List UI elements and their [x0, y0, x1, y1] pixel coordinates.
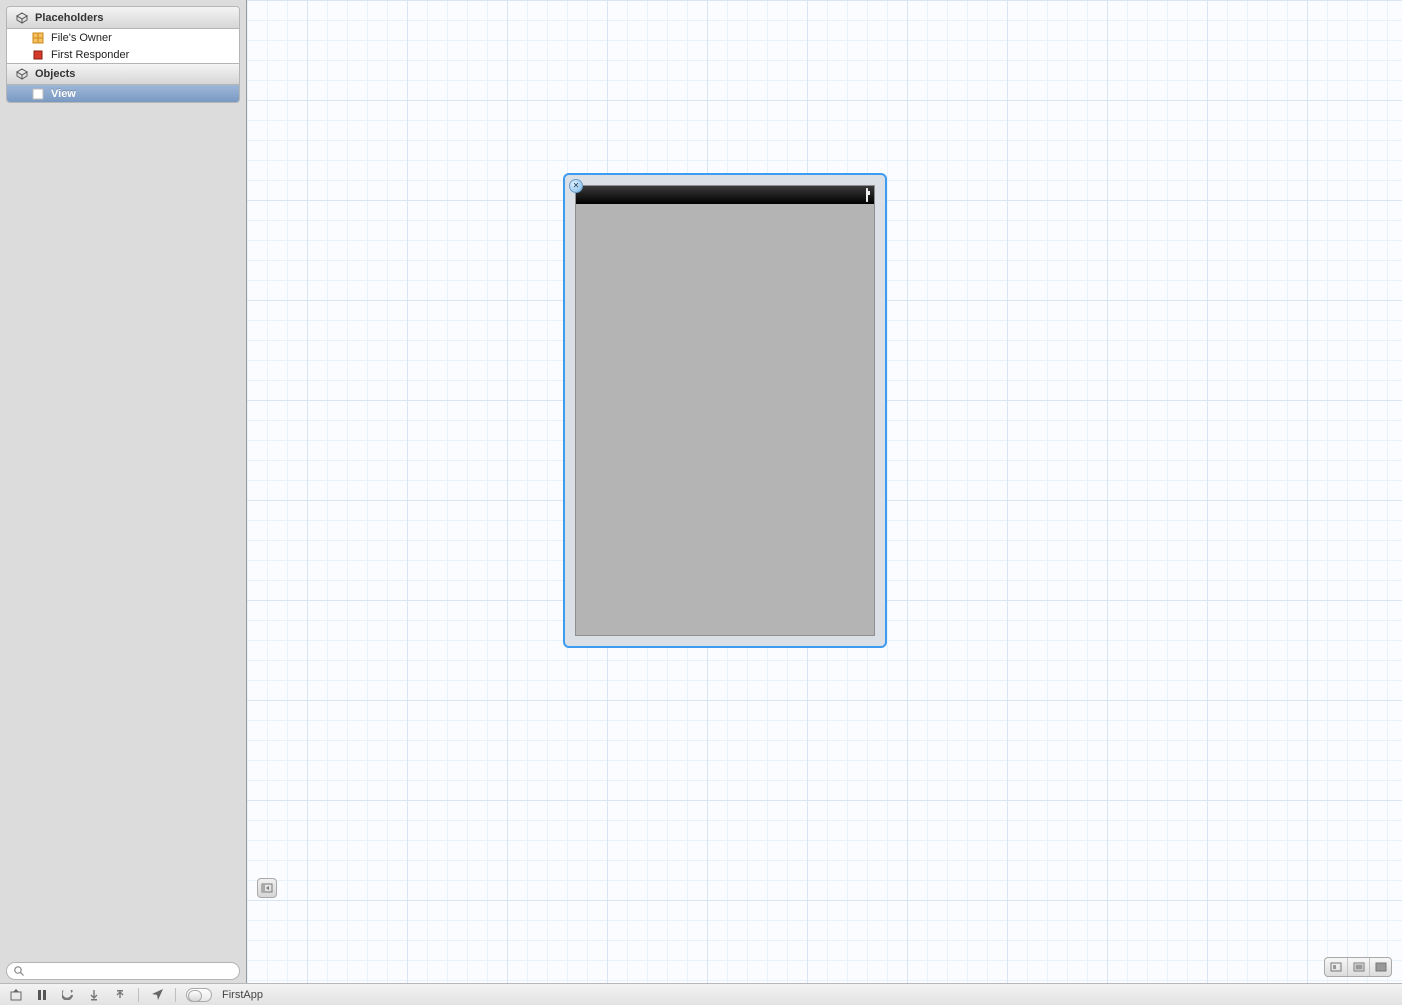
files-owner-icon [31, 31, 45, 45]
document-outline-sidebar: Placeholders File's Owner First Responde… [0, 0, 247, 983]
canvas-view-selection[interactable]: ✕ [563, 173, 887, 648]
zoom-in-icon [1375, 962, 1387, 972]
zoom-out-icon [1330, 962, 1342, 972]
breakpoints-toggle[interactable] [186, 988, 212, 1002]
continue-button[interactable] [60, 988, 76, 1002]
search-icon [13, 965, 25, 977]
toggle-outline-dock-button[interactable] [257, 878, 277, 898]
outline-item-label: File's Owner [51, 32, 112, 44]
outline-item-first-responder[interactable]: First Responder [7, 46, 239, 63]
outline-item-label: View [51, 88, 76, 100]
zoom-actual-button[interactable] [1347, 958, 1369, 976]
first-responder-icon [31, 48, 45, 62]
battery-icon [866, 189, 868, 201]
outline-item-view[interactable]: View [7, 85, 239, 102]
zoom-out-button[interactable] [1325, 958, 1347, 976]
outline-item-files-owner[interactable]: File's Owner [7, 29, 239, 46]
step-over-icon [88, 989, 100, 1001]
panel-collapse-icon [261, 882, 273, 894]
panel-up-icon [10, 989, 22, 1001]
outline-section-title: Objects [35, 68, 75, 80]
view-content-area[interactable] [576, 204, 874, 635]
step-into-button[interactable] [112, 988, 128, 1002]
outline-section-objects-body: View [7, 85, 239, 102]
outline-section-objects-header[interactable]: Objects [7, 63, 239, 85]
outline-filter-bar [0, 959, 246, 983]
close-scene-button[interactable]: ✕ [569, 179, 583, 193]
simulated-iphone-view[interactable] [575, 185, 875, 636]
location-button[interactable] [149, 988, 165, 1002]
view-icon [31, 87, 45, 101]
outline-section-title: Placeholders [35, 12, 103, 24]
pause-button[interactable] [34, 988, 50, 1002]
zoom-in-button[interactable] [1369, 958, 1391, 976]
divider [175, 988, 176, 1002]
continue-icon [62, 990, 74, 1000]
outline-item-label: First Responder [51, 49, 129, 61]
cube-icon [15, 11, 29, 25]
main-area: Placeholders File's Owner First Responde… [0, 0, 1402, 983]
step-over-button[interactable] [86, 988, 102, 1002]
toggle-debug-area-button[interactable] [8, 988, 24, 1002]
divider [138, 988, 139, 1002]
outline-section-placeholders-header[interactable]: Placeholders [7, 7, 239, 29]
ib-canvas[interactable]: ✕ [247, 0, 1402, 983]
debug-bar: FirstApp [0, 983, 1402, 1005]
canvas-zoom-segmented-control [1324, 957, 1392, 977]
outline-filter-input[interactable] [6, 962, 240, 980]
cube-icon [15, 67, 29, 81]
outline-section-placeholders-body: File's Owner First Responder [7, 29, 239, 63]
app-root: Placeholders File's Owner First Responde… [0, 0, 1402, 1005]
zoom-fit-icon [1353, 962, 1365, 972]
process-name-label: FirstApp [222, 989, 263, 1001]
pause-icon [37, 990, 47, 1000]
simulated-status-bar [576, 186, 874, 204]
location-arrow-icon [152, 989, 163, 1000]
outline-panel: Placeholders File's Owner First Responde… [6, 6, 240, 103]
step-into-icon [114, 989, 126, 1001]
